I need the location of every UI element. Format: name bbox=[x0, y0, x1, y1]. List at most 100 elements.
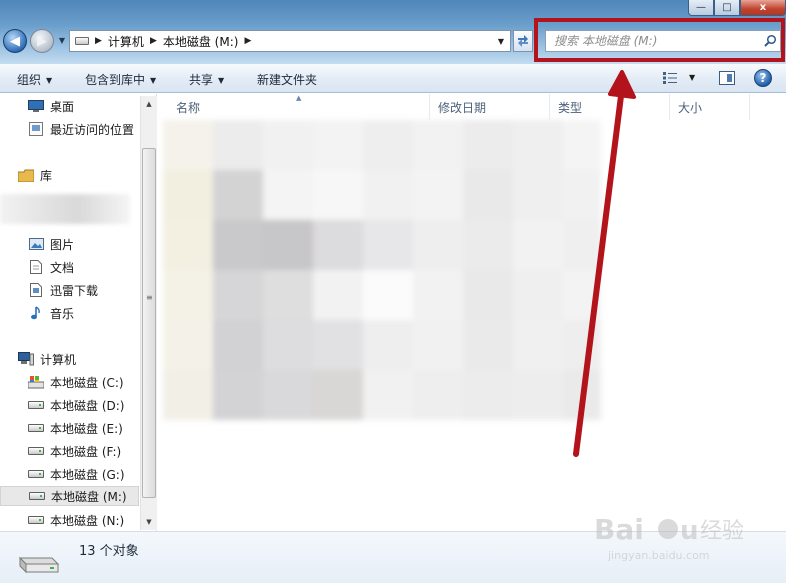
include-in-library-menu[interactable]: 包含到库中 ▼ bbox=[85, 71, 156, 88]
drive-icon bbox=[18, 556, 60, 574]
breadcrumb-computer[interactable]: 计算机 bbox=[108, 33, 144, 50]
system-drive-icon bbox=[28, 375, 44, 389]
forward-button[interactable]: ▶ bbox=[30, 29, 54, 53]
nav-item-music[interactable]: 音乐 bbox=[28, 303, 74, 323]
nav-group-libraries[interactable]: 库 bbox=[18, 165, 52, 185]
address-dropdown-button[interactable]: ▼ bbox=[494, 33, 508, 49]
nav-item-drive-c[interactable]: 本地磁盘 (C:) bbox=[28, 372, 124, 392]
preview-pane-icon[interactable] bbox=[719, 71, 735, 85]
help-icon[interactable]: ? bbox=[754, 69, 772, 87]
nav-group-label: 计算机 bbox=[40, 352, 77, 367]
nav-item-label: 迅雷下载 bbox=[50, 283, 99, 298]
nav-item-label: 本地磁盘 (F:) bbox=[50, 444, 122, 459]
nav-item-label: 本地磁盘 (N:) bbox=[50, 513, 125, 528]
forward-arrow-icon: ▶ bbox=[37, 33, 47, 49]
music-icon bbox=[28, 306, 44, 320]
nav-item-drive-g[interactable]: 本地磁盘 (G:) bbox=[28, 464, 125, 484]
file-list: ▲ 名称 修改日期 类型 大小 bbox=[158, 94, 786, 531]
scrollbar-grip-icon: ≡ bbox=[146, 293, 153, 302]
back-arrow-icon: ◀ bbox=[10, 33, 20, 49]
nav-group-label: 库 bbox=[40, 168, 53, 183]
nav-item-pictures[interactable]: 图片 bbox=[28, 234, 74, 254]
drive-icon bbox=[28, 398, 44, 412]
drive-icon bbox=[29, 489, 45, 503]
nav-item-label: 本地磁盘 (M:) bbox=[51, 489, 127, 504]
navigation-pane: 桌面 最近访问的位置 库 图片 文档 迅雷下载 音乐 计算机 本地磁盘 (C:)… bbox=[0, 94, 157, 531]
chevron-right-icon[interactable]: ▶ bbox=[95, 36, 102, 46]
redacted-area bbox=[0, 194, 130, 224]
blurred-file-entries bbox=[163, 120, 601, 420]
drive-icon bbox=[28, 444, 44, 458]
search-icon[interactable] bbox=[763, 34, 777, 48]
search-input[interactable] bbox=[554, 34, 754, 48]
close-button[interactable]: x bbox=[740, 0, 786, 16]
column-header-size[interactable]: 大小 bbox=[670, 94, 750, 120]
refresh-button[interactable] bbox=[513, 30, 533, 52]
nav-item-drive-n[interactable]: 本地磁盘 (N:) bbox=[28, 510, 124, 530]
navigation-scrollbar[interactable]: ▲ ≡ ▼ bbox=[140, 96, 157, 530]
window-chrome: — □ x ◀ ▶ ▼ ▶ 计算机 ▶ 本地磁盘 (M:) ▶ ▼ bbox=[0, 0, 786, 64]
nav-item-label: 音乐 bbox=[50, 306, 75, 321]
scroll-up-arrow-icon[interactable]: ▲ bbox=[141, 96, 157, 112]
library-icon bbox=[18, 168, 34, 182]
nav-item-desktop[interactable]: 桌面 bbox=[28, 96, 74, 116]
nav-item-drive-e[interactable]: 本地磁盘 (E:) bbox=[28, 418, 123, 438]
column-header-date-modified[interactable]: 修改日期 bbox=[430, 94, 550, 120]
chevron-down-icon: ▼ bbox=[150, 76, 157, 85]
status-bar: 13 个对象 bbox=[0, 531, 786, 583]
address-bar[interactable]: ▶ 计算机 ▶ 本地磁盘 (M:) ▶ ▼ bbox=[69, 30, 511, 52]
computer-icon bbox=[18, 352, 34, 366]
back-button[interactable]: ◀ bbox=[3, 29, 27, 53]
scroll-down-arrow-icon[interactable]: ▼ bbox=[141, 514, 157, 530]
minimize-button[interactable]: — bbox=[688, 0, 714, 16]
chevron-down-icon: ▼ bbox=[46, 76, 53, 85]
drive-icon bbox=[75, 37, 89, 45]
nav-item-label: 本地磁盘 (C:) bbox=[50, 375, 124, 390]
nav-item-label: 本地磁盘 (D:) bbox=[50, 398, 125, 413]
nav-item-label: 最近访问的位置 bbox=[50, 122, 135, 137]
new-folder-button[interactable]: 新建文件夹 bbox=[257, 71, 317, 88]
organize-menu[interactable]: 组织 ▼ bbox=[17, 71, 52, 88]
organize-label: 组织 bbox=[17, 73, 42, 87]
maximize-button[interactable]: □ bbox=[714, 0, 740, 16]
desktop-icon bbox=[28, 99, 44, 113]
drive-icon bbox=[28, 421, 44, 435]
caption-buttons: — □ x bbox=[688, 0, 786, 16]
nav-item-drive-f[interactable]: 本地磁盘 (F:) bbox=[28, 441, 121, 461]
new-folder-label: 新建文件夹 bbox=[257, 73, 318, 87]
chevron-right-icon[interactable]: ▶ bbox=[244, 36, 251, 46]
breadcrumb-drive-m[interactable]: 本地磁盘 (M:) bbox=[163, 33, 239, 50]
nav-item-label: 本地磁盘 (E:) bbox=[50, 421, 123, 436]
recent-pages-dropdown[interactable]: ▼ bbox=[57, 34, 67, 46]
refresh-icon bbox=[518, 35, 528, 47]
drive-icon bbox=[28, 513, 44, 527]
documents-icon bbox=[28, 260, 44, 274]
view-options-icon[interactable] bbox=[663, 72, 677, 84]
nav-item-recent-places[interactable]: 最近访问的位置 bbox=[28, 119, 134, 139]
nav-group-computer[interactable]: 计算机 bbox=[18, 349, 76, 369]
chevron-right-icon[interactable]: ▶ bbox=[150, 36, 157, 46]
nav-item-drive-d[interactable]: 本地磁盘 (D:) bbox=[28, 395, 124, 415]
item-count: 13 个对象 bbox=[79, 544, 139, 559]
nav-item-label: 本地磁盘 (G:) bbox=[50, 467, 125, 482]
download-folder-icon bbox=[28, 283, 44, 297]
column-header-name[interactable]: 名称 bbox=[168, 94, 430, 120]
include-in-library-label: 包含到库中 bbox=[85, 73, 146, 87]
column-header-type[interactable]: 类型 bbox=[550, 94, 670, 120]
view-dropdown-icon[interactable]: ▼ bbox=[689, 73, 695, 82]
nav-item-drive-m[interactable]: 本地磁盘 (M:) bbox=[0, 486, 139, 506]
command-bar: 组织 ▼ 包含到库中 ▼ 共享 ▼ 新建文件夹 ▼ ? bbox=[0, 64, 786, 93]
nav-item-label: 文档 bbox=[50, 260, 75, 275]
chevron-down-icon: ▼ bbox=[218, 76, 225, 85]
nav-item-label: 图片 bbox=[50, 237, 75, 252]
nav-item-label: 桌面 bbox=[50, 99, 75, 114]
share-label: 共享 bbox=[189, 73, 214, 87]
share-menu[interactable]: 共享 ▼ bbox=[189, 71, 224, 88]
search-box[interactable] bbox=[545, 30, 781, 52]
pictures-icon bbox=[28, 237, 44, 251]
nav-item-documents[interactable]: 文档 bbox=[28, 257, 74, 277]
drive-icon bbox=[28, 467, 44, 481]
recent-places-icon bbox=[28, 122, 44, 136]
scrollbar-thumb[interactable] bbox=[142, 148, 156, 498]
nav-item-xunlei-downloads[interactable]: 迅雷下载 bbox=[28, 280, 98, 300]
